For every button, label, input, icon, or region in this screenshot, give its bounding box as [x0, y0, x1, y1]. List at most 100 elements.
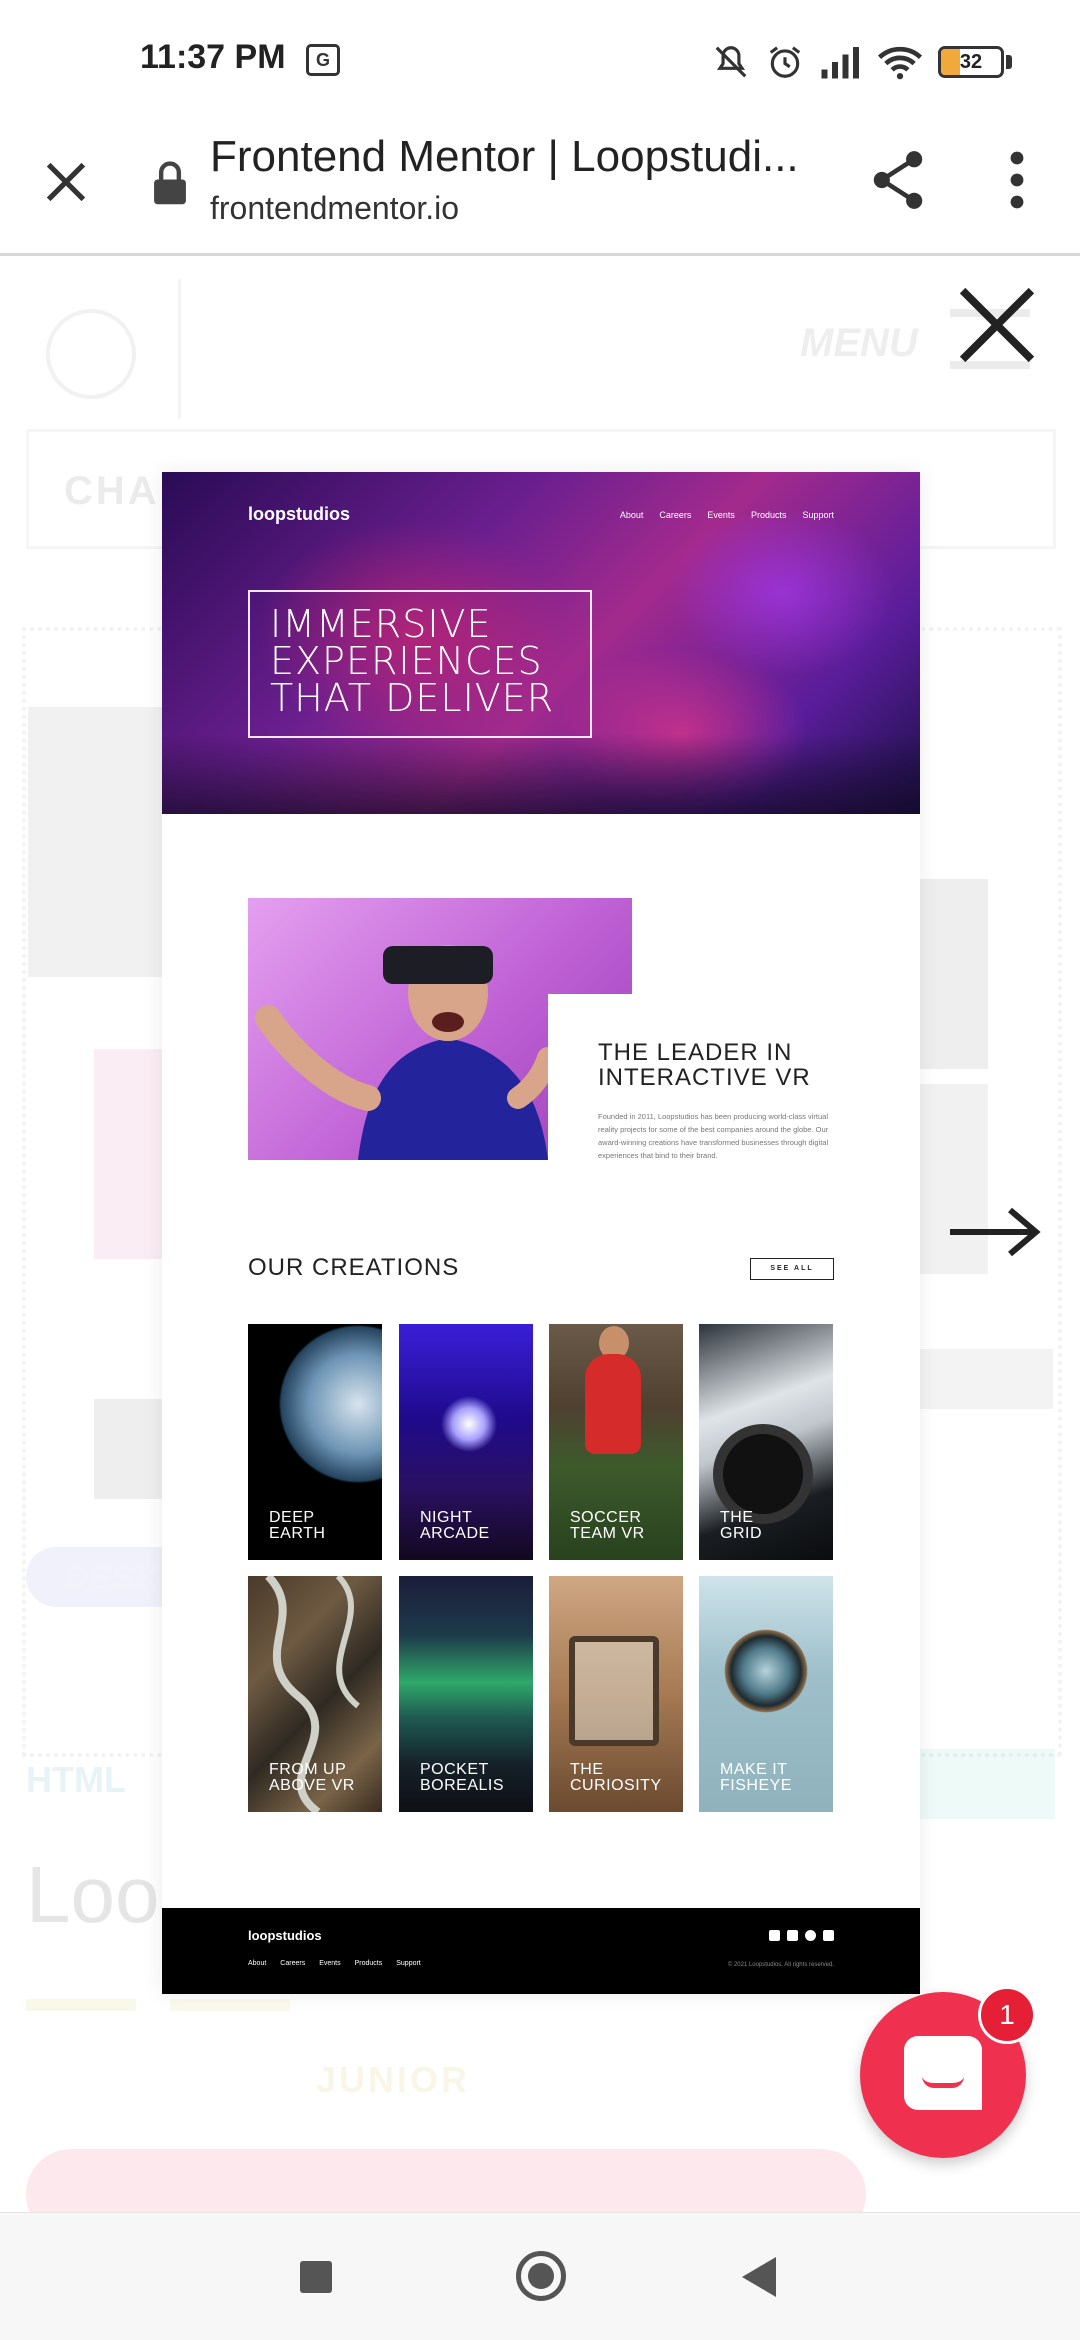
- battery-tip: [1006, 55, 1012, 69]
- mute-icon: [715, 46, 747, 78]
- creation-card-make-it-fisheye: MAKE IT FISHEYE: [699, 1576, 833, 1812]
- status-time: 11:37 PM: [140, 38, 286, 76]
- creation-label-line: GRID: [720, 1525, 762, 1542]
- background-logo: [46, 309, 136, 399]
- footer-nav-item: Support: [396, 1960, 421, 1967]
- hero-image: loopstudios About Careers Events Product…: [162, 472, 920, 814]
- instagram-icon: [823, 1930, 834, 1941]
- chat-smile: [922, 2076, 964, 2088]
- footer-nav-item: About: [248, 1960, 267, 1967]
- facebook-icon: [769, 1930, 780, 1941]
- preview-nav-item: Events: [707, 510, 735, 520]
- background-level-text: JUNIOR: [316, 2059, 471, 2100]
- hero-line: THAT DELIVER: [270, 676, 555, 720]
- creation-label-line: TEAM VR: [570, 1525, 645, 1542]
- preview-nav-item: Products: [750, 510, 787, 520]
- creation-label-line: CURIOSITY: [570, 1777, 662, 1794]
- preview-logo: loopstudios: [248, 504, 350, 524]
- creation-label: FROM UP ABOVE VR: [269, 1762, 355, 1794]
- footer-nav-item: Events: [319, 1960, 341, 1967]
- home-icon[interactable]: [516, 2251, 566, 2301]
- creation-label-line: NIGHT: [420, 1509, 473, 1526]
- preview-nav-item: Careers: [659, 510, 692, 520]
- leader-text: Founded in 2011, Loopstudios has been pr…: [598, 1112, 829, 1160]
- footer-logo: loopstudios: [248, 1928, 322, 1943]
- pinterest-icon: [805, 1930, 816, 1941]
- see-all-button: SEE ALL: [750, 1258, 834, 1280]
- screen: 11:37 PM G 32 Frontend Mentor | Loopstud…: [0, 0, 1080, 2340]
- system-nav-bar: [0, 2212, 1080, 2340]
- creation-label: POCKET BOREALIS: [420, 1762, 504, 1794]
- background-menu-label: MENU: [800, 321, 918, 365]
- creation-label-line: THE: [720, 1509, 754, 1526]
- browser-toolbar: Frontend Mentor | Loopstudi... frontendm…: [0, 120, 1080, 256]
- background-tag: [26, 1999, 136, 2011]
- preview-nav: About Careers Events Products Support: [620, 510, 834, 520]
- background-divider: [178, 279, 181, 419]
- creation-label-line: MAKE IT: [720, 1761, 788, 1778]
- leader-title-line: THE LEADER IN: [598, 1039, 793, 1066]
- next-arrow-icon[interactable]: [946, 1206, 1042, 1258]
- status-bar: 11:37 PM G 32: [0, 0, 1080, 120]
- creation-label: THE GRID: [720, 1510, 762, 1542]
- background-desktop-text: DESK: [64, 1559, 159, 1597]
- footer-copyright: © 2021 Loopstudios. All rights reserved.: [727, 1962, 834, 1968]
- background-heading: Loo: [26, 1850, 160, 1939]
- chat-icon: [904, 2036, 982, 2110]
- creation-card-the-grid: THE GRID: [699, 1324, 833, 1560]
- creations-title: OUR CREATIONS: [248, 1254, 460, 1281]
- close-icon[interactable]: [40, 156, 92, 208]
- leader-title: THE LEADER IN INTERACTIVE VR: [598, 1040, 811, 1090]
- footer-nav: About Careers Events Products Support: [248, 1960, 421, 1967]
- creation-label-line: BOREALIS: [420, 1777, 505, 1794]
- battery-icon: 32: [938, 46, 1004, 78]
- creation-label: MAKE IT FISHEYE: [720, 1762, 792, 1794]
- creation-label-line: POCKET: [420, 1761, 489, 1778]
- creation-label: SOCCER TEAM VR: [570, 1510, 645, 1542]
- creation-card-soccer-team-vr: SOCCER TEAM VR: [549, 1324, 683, 1560]
- creation-label-line: SOCCER: [570, 1509, 642, 1526]
- back-icon[interactable]: [742, 2257, 776, 2297]
- creation-label: NIGHT ARCADE: [420, 1510, 490, 1542]
- background-thumb: [918, 879, 988, 1069]
- creation-label-line: FROM UP: [269, 1761, 347, 1778]
- twitter-icon: [787, 1930, 798, 1941]
- page-url[interactable]: frontendmentor.io: [210, 190, 459, 227]
- creation-card-the-curiosity: THE CURIOSITY: [549, 1576, 683, 1812]
- background-bar: [918, 1349, 1053, 1409]
- background-html-text: HTML: [26, 1759, 126, 1800]
- signal-icon: [821, 47, 859, 79]
- preview-nav-item: About: [619, 510, 644, 520]
- creation-label: DEEP EARTH: [269, 1510, 325, 1542]
- share-icon[interactable]: [870, 150, 926, 210]
- leader-title-line: INTERACTIVE VR: [598, 1064, 811, 1091]
- background-free-badge: [910, 1749, 1055, 1819]
- lightbox-close-icon[interactable]: [954, 282, 1040, 368]
- alarm-icon: [769, 46, 801, 78]
- preview-nav-item: Support: [802, 510, 834, 520]
- creation-card-from-up-above-vr: FROM UP ABOVE VR: [248, 1576, 382, 1812]
- wifi-icon: [878, 46, 922, 80]
- creation-card-deep-earth: DEEP EARTH: [248, 1324, 382, 1560]
- footer-social-icons: [769, 1930, 834, 1941]
- hero-headline-box: IMMERSIVE EXPERIENCES THAT DELIVER: [248, 590, 592, 738]
- creation-label-line: EARTH: [269, 1525, 326, 1542]
- creation-label-line: ABOVE VR: [269, 1777, 355, 1794]
- creation-label-line: THE: [570, 1761, 604, 1778]
- vr-man-photo: [248, 898, 632, 1160]
- page-title: Frontend Mentor | Loopstudi...: [210, 132, 799, 181]
- translate-icon: G: [306, 44, 340, 76]
- creation-label: THE CURIOSITY: [570, 1762, 662, 1794]
- soccer-player-body: [585, 1354, 641, 1454]
- design-preview: loopstudios About Careers Events Product…: [162, 472, 920, 1994]
- preview-footer: loopstudios About Careers Events Product…: [162, 1908, 920, 1994]
- footer-nav-item: Products: [354, 1960, 383, 1967]
- hero-shade: [162, 734, 920, 814]
- creation-label-line: ARCADE: [420, 1525, 490, 1542]
- rover-shape: [569, 1636, 659, 1746]
- lock-icon: [154, 161, 186, 205]
- chat-badge: 1: [978, 1986, 1036, 2044]
- recent-apps-icon[interactable]: [300, 2261, 332, 2293]
- more-vert-icon[interactable]: [1000, 150, 1034, 210]
- background-tag: [170, 1999, 290, 2011]
